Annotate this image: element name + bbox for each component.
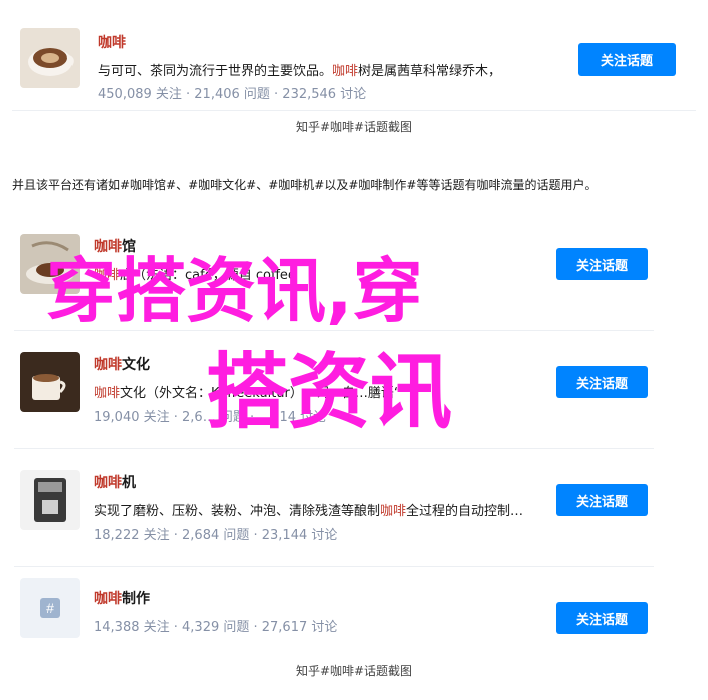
follow-topic-button[interactable]: 关注话题 bbox=[556, 366, 648, 398]
topic-card-coffee: 咖啡 与可可、茶同为流行于世界的主要饮品。咖啡树是属茜草科常绿乔木， 450,0… bbox=[12, 20, 696, 111]
desc-highlight: 咖啡 bbox=[332, 64, 359, 79]
topic-stats: 18,222 关注 · 2,684 问题 · 23,144 讨论 bbox=[94, 528, 338, 543]
follow-topic-button[interactable]: 关注话题 bbox=[578, 43, 676, 76]
topic-title[interactable]: 咖啡 bbox=[98, 32, 126, 52]
topic-title[interactable]: 咖啡馆 bbox=[94, 236, 136, 256]
title-rest: 制作 bbox=[122, 591, 150, 607]
topic-stats: 450,089 关注 · 21,406 问题 · 232,546 讨论 bbox=[98, 87, 367, 102]
coffee-cup-icon bbox=[20, 28, 80, 88]
desc-text: 文化（外文名：Kaffeekultur）一词，自…膳语“ bbox=[120, 386, 401, 401]
follow-topic-button[interactable]: 关注话题 bbox=[556, 602, 648, 634]
follow-topic-button[interactable]: 关注话题 bbox=[556, 248, 648, 280]
topic-title[interactable]: 咖啡制作 bbox=[94, 588, 150, 608]
title-rest: 机 bbox=[122, 475, 136, 491]
list-item: # 咖啡制作 14,388 关注 · 4,329 问题 · 27,617 讨论 … bbox=[14, 566, 654, 650]
desc-text: 店（法语：café，源自 coffee bbox=[120, 268, 296, 283]
coffee-machine-icon bbox=[20, 470, 80, 530]
title-highlight: 咖啡 bbox=[94, 475, 122, 491]
title-rest: 文化 bbox=[122, 357, 150, 373]
svg-text:#: # bbox=[46, 600, 54, 616]
coffee-shop-icon bbox=[20, 234, 80, 294]
desc-highlight: 咖啡 bbox=[94, 386, 121, 401]
list-item: 咖啡馆 咖啡店（法语：café，源自 coffee 关注话题 bbox=[14, 212, 654, 331]
desc-highlight: 咖啡 bbox=[94, 268, 121, 283]
intro-paragraph: 并且该平台还有诸如#咖啡馆#、#咖啡文化#、#咖啡机#以及#咖啡制作#等等话题有… bbox=[12, 178, 597, 192]
topic-description: 咖啡店（法语：café，源自 coffee bbox=[94, 264, 296, 283]
desc-text: 实现了磨粉、压粉、装粉、冲泡、清除残渣等酿制 bbox=[94, 504, 381, 519]
top-caption: 知乎#咖啡#话题截图 bbox=[295, 120, 413, 134]
hashtag-icon: # bbox=[20, 578, 80, 638]
desc-text-2: 全过程的自动控制… bbox=[406, 504, 524, 519]
desc-text: 与可可、茶同为流行于世界的主要饮品。 bbox=[98, 64, 333, 79]
follow-topic-button[interactable]: 关注话题 bbox=[556, 484, 648, 516]
topic-description: 实现了磨粉、压粉、装粉、冲泡、清除残渣等酿制咖啡全过程的自动控制… bbox=[94, 500, 523, 519]
topic-list: 咖啡馆 咖啡店（法语：café，源自 coffee 关注话题 咖啡文化 咖啡文化… bbox=[14, 212, 654, 652]
list-item: 咖啡机 实现了磨粉、压粉、装粉、冲泡、清除残渣等酿制咖啡全过程的自动控制… 18… bbox=[14, 448, 654, 567]
coffee-culture-icon bbox=[20, 352, 80, 412]
title-highlight: 咖啡 bbox=[94, 239, 122, 255]
topic-description: 与可可、茶同为流行于世界的主要饮品。咖啡树是属茜草科常绿乔木， bbox=[98, 60, 501, 79]
topic-description: 咖啡文化（外文名：Kaffeekultur）一词，自…膳语“ bbox=[94, 382, 401, 401]
title-highlight: 咖啡 bbox=[94, 591, 122, 607]
bottom-caption: 知乎#咖啡#话题截图 bbox=[295, 664, 413, 678]
desc-text-2: 树是属茜草科常绿乔木， bbox=[358, 64, 502, 79]
topic-stats: 19,040 关注 · 2,6… 问题 · …714 讨论 bbox=[94, 410, 327, 425]
topic-title[interactable]: 咖啡文化 bbox=[94, 354, 150, 374]
list-item: 咖啡文化 咖啡文化（外文名：Kaffeekultur）一词，自…膳语“ 19,0… bbox=[14, 330, 654, 449]
desc-highlight: 咖啡 bbox=[380, 504, 407, 519]
topic-title[interactable]: 咖啡机 bbox=[94, 472, 136, 492]
topic-stats: 14,388 关注 · 4,329 问题 · 27,617 讨论 bbox=[94, 620, 338, 635]
title-highlight: 咖啡 bbox=[94, 357, 122, 373]
title-rest: 馆 bbox=[122, 239, 136, 255]
